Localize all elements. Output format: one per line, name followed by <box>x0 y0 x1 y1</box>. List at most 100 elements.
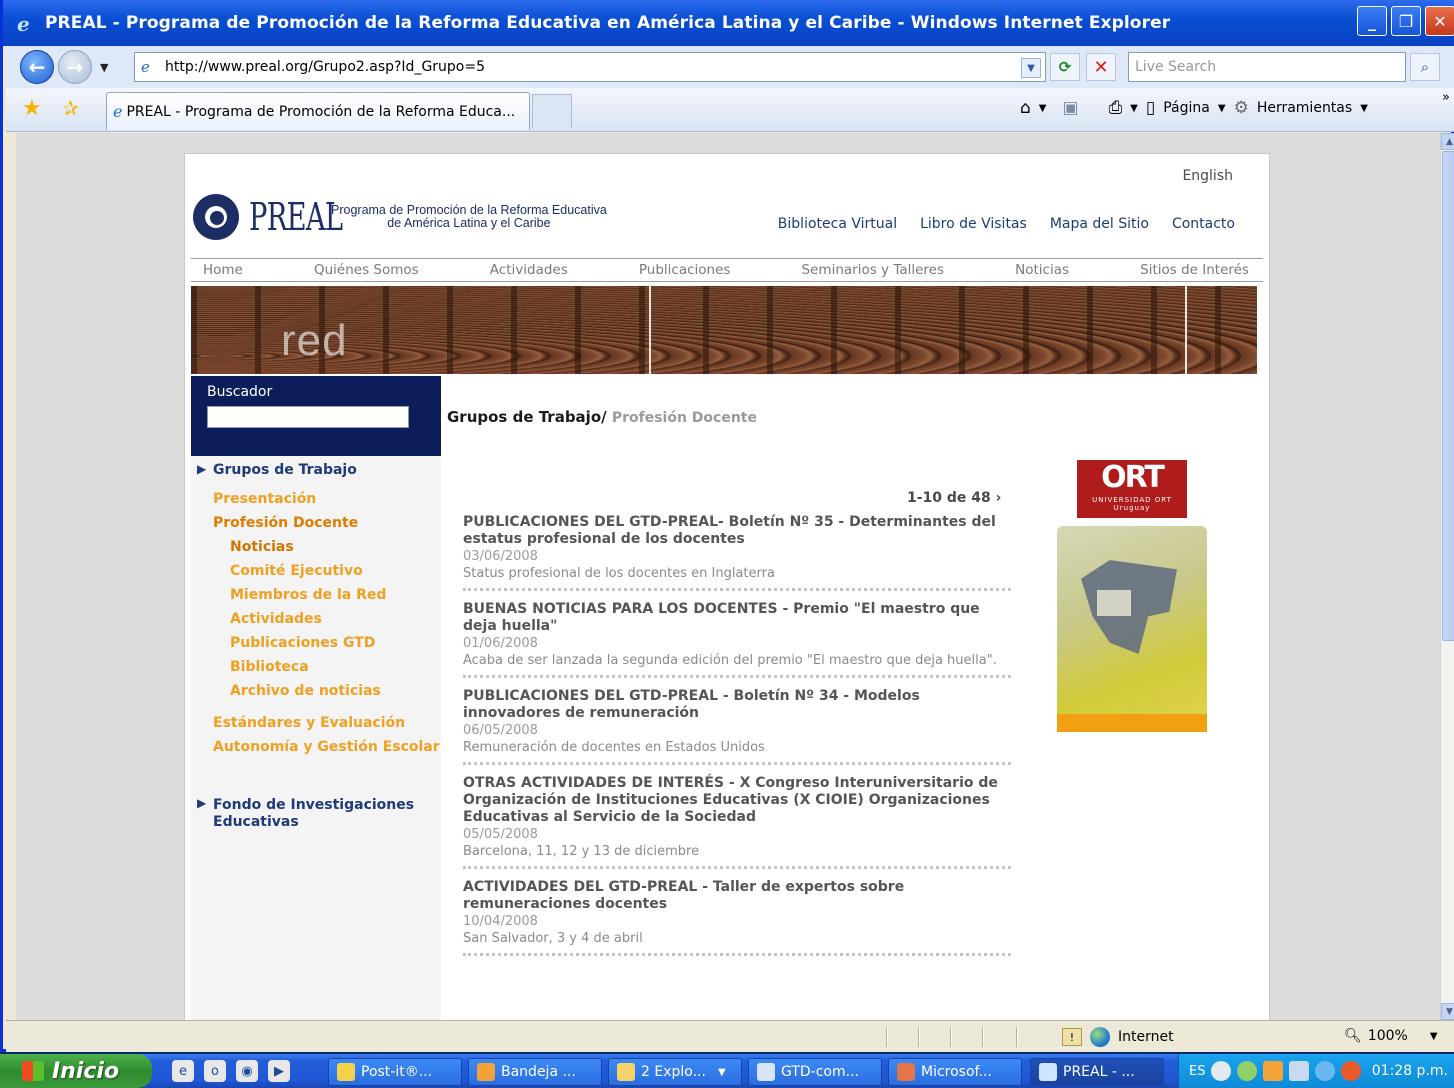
breadcrumb-main[interactable]: Grupos de Trabajo/ <box>447 408 607 426</box>
sidebar-group-grupos[interactable]: Grupos de Trabajo <box>213 462 357 479</box>
media-quicklaunch-icon[interactable]: ▶ <box>268 1060 290 1082</box>
security-zone[interactable]: ! Internet <box>1062 1027 1174 1047</box>
language-indicator[interactable]: ES <box>1189 1064 1205 1079</box>
next-page-chevron-icon[interactable]: › <box>996 490 1002 506</box>
chevron-more-icon[interactable]: » <box>1442 90 1450 105</box>
util-nav-mapa[interactable]: Mapa del Sitio <box>1050 216 1149 232</box>
sidebar-item-presentacion[interactable]: Presentación <box>213 491 316 507</box>
start-button[interactable]: Inicio <box>0 1054 152 1088</box>
preal-logo[interactable]: PREAL <box>193 194 343 240</box>
restore-button[interactable]: ❐ <box>1391 6 1421 36</box>
sidebar-item-biblioteca[interactable]: Biblioteca <box>230 659 309 675</box>
sidebar-item-noticias[interactable]: Noticias <box>230 539 294 555</box>
sidebar-item-estandares[interactable]: Estándares y Evaluación <box>213 715 405 731</box>
sidebar-item-publicaciones-gtd[interactable]: Publicaciones GTD <box>230 635 375 651</box>
home-icon[interactable]: ⌂ <box>1020 98 1031 118</box>
util-nav-biblioteca[interactable]: Biblioteca Virtual <box>778 216 897 232</box>
zoom-dropdown-icon[interactable]: ▼ <box>1430 1031 1438 1042</box>
refresh-button[interactable]: ⟳ <box>1050 53 1080 81</box>
tray-network-icon[interactable] <box>1289 1061 1310 1081</box>
list-item: PUBLICACIONES DEL GTD-PREAL - Boletín Nº… <box>463 688 1011 775</box>
clock: 01:28 p.m. <box>1371 1063 1448 1079</box>
nav-sitios[interactable]: Sitios de Interés <box>1140 262 1249 278</box>
sidebar-item-actividades[interactable]: Actividades <box>230 611 322 627</box>
taskbar-button-word[interactable]: GTD-com... <box>748 1058 882 1086</box>
live-search-input[interactable]: Live Search <box>1128 52 1406 82</box>
search-icon[interactable]: ⌕ <box>1410 53 1440 81</box>
tray-security-icon[interactable] <box>1315 1061 1336 1081</box>
taskbar-button-bandeja[interactable]: Bandeja ... <box>468 1058 602 1086</box>
news-title[interactable]: ACTIVIDADES DEL GTD-PREAL - Taller de ex… <box>463 879 1011 913</box>
tab-preal[interactable]: e PREAL - Programa de Promoción de la Re… <box>106 92 530 130</box>
url-field[interactable]: e http://www.preal.org/Grupo2.asp?Id_Gru… <box>134 52 1046 82</box>
app-quicklaunch-icon[interactable]: ◉ <box>236 1060 258 1082</box>
sidebar-item-archivo[interactable]: Archivo de noticias <box>230 683 381 699</box>
tray-outlook-icon[interactable] <box>1263 1061 1284 1081</box>
sidebar-item-miembros[interactable]: Miembros de la Red <box>230 587 386 603</box>
forward-button[interactable]: → <box>58 50 92 84</box>
taskbar-button-preal[interactable]: PREAL - ... <box>1030 1058 1164 1086</box>
stop-button[interactable]: ✕ <box>1086 53 1116 81</box>
taskbar-button-microsoft[interactable]: Microsof... <box>888 1058 1022 1086</box>
page-dropdown-icon[interactable]: ▼ <box>1218 103 1226 114</box>
dotted-divider <box>463 759 1011 765</box>
news-title[interactable]: PUBLICACIONES DEL GTD-PREAL - Boletín Nº… <box>463 688 1011 722</box>
list-item: ACTIVIDADES DEL GTD-PREAL - Taller de ex… <box>463 879 1011 966</box>
util-nav-contacto[interactable]: Contacto <box>1172 216 1235 232</box>
tray-arrow-icon[interactable] <box>1211 1061 1232 1081</box>
close-button[interactable]: ✕ <box>1425 6 1454 36</box>
sidebar-item-profesion-docente[interactable]: Profesión Docente <box>213 515 358 531</box>
news-title[interactable]: PUBLICACIONES DEL GTD-PREAL- Boletín Nº … <box>463 514 1011 548</box>
nav-noticias[interactable]: Noticias <box>1015 262 1069 278</box>
nav-home[interactable]: Home <box>203 262 243 278</box>
zoom-level: 100% <box>1367 1028 1408 1044</box>
nav-quienes-somos[interactable]: Quiénes Somos <box>314 262 419 278</box>
nav-publicaciones[interactable]: Publicaciones <box>639 262 731 278</box>
scroll-up-icon[interactable]: ▲ <box>1441 133 1454 150</box>
zoom-control[interactable]: 🔍︎ 100% ▼ <box>1344 1028 1438 1044</box>
title-bar[interactable]: e PREAL - Programa de Promoción de la Re… <box>3 0 1454 46</box>
sidebar-item-autonomia[interactable]: Autonomía y Gestión Escolar <box>213 739 440 755</box>
news-title[interactable]: OTRAS ACTIVIDADES DE INTERÉS - X Congres… <box>463 775 1011 826</box>
sidebar-item-comite[interactable]: Comité Ejecutivo <box>230 563 363 579</box>
add-favorites-icon[interactable]: ✰ <box>62 96 79 120</box>
tagline-line2: de América Latina y el Caribe <box>387 216 551 230</box>
new-tab-button[interactable] <box>532 94 572 128</box>
ort-ad[interactable]: ORT UNIVERSIDAD ORT Uruguay <box>1057 460 1209 732</box>
vertical-scrollbar[interactable]: ▲ ▼ <box>1440 133 1454 1020</box>
scroll-down-icon[interactable]: ▼ <box>1441 1003 1454 1020</box>
taskbar-button-explorer[interactable]: 2 Explo... ▼ <box>608 1058 742 1086</box>
tray-app-icon[interactable] <box>1237 1061 1258 1081</box>
nav-actividades[interactable]: Actividades <box>490 262 568 278</box>
site-search-input[interactable] <box>207 406 409 428</box>
scroll-thumb[interactable] <box>1442 151 1454 641</box>
back-button[interactable]: ← <box>20 50 54 84</box>
ie-quicklaunch-icon[interactable]: e <box>172 1060 194 1082</box>
home-dropdown-icon[interactable]: ▼ <box>1039 103 1047 114</box>
folder-icon <box>617 1063 635 1081</box>
print-dropdown-icon[interactable]: ▼ <box>1130 103 1138 114</box>
history-dropdown-icon[interactable]: ▼ <box>100 61 108 74</box>
english-link[interactable]: English <box>1182 168 1233 184</box>
status-divider <box>950 1027 952 1047</box>
print-icon[interactable]: ⎙ <box>1109 98 1123 118</box>
page-menu[interactable]: Página <box>1163 100 1210 116</box>
window-title: PREAL - Programa de Promoción de la Refo… <box>45 13 1171 33</box>
news-title[interactable]: BUENAS NOTICIAS PARA LOS DOCENTES - Prem… <box>463 601 1011 635</box>
tools-menu[interactable]: Herramientas <box>1257 100 1352 116</box>
favorites-star-icon[interactable]: ★ <box>22 96 42 121</box>
tray-volume-icon[interactable] <box>1341 1061 1362 1081</box>
url-dropdown-icon[interactable]: ▼ <box>1021 58 1041 78</box>
main-nav: Home Quiénes Somos Actividades Publicaci… <box>191 258 1263 282</box>
news-date: 10/04/2008 <box>463 914 538 929</box>
command-buttons: ⌂ ▼ ▣ ⎙ ▼ ▯ Página ▼ ⚙ Herramientas ▼ <box>1020 98 1368 118</box>
minimize-button[interactable]: _ <box>1357 6 1387 36</box>
feeds-icon[interactable]: ▣ <box>1063 98 1079 118</box>
banner-word: red <box>281 316 348 365</box>
taskbar-button-postit[interactable]: Post-it®... <box>328 1058 462 1086</box>
tools-dropdown-icon[interactable]: ▼ <box>1360 103 1368 114</box>
sidebar-group-fondo[interactable]: Fondo de Investigaciones Educativas <box>213 797 414 831</box>
nav-seminarios[interactable]: Seminarios y Talleres <box>802 262 944 278</box>
util-nav-libro[interactable]: Libro de Visitas <box>920 216 1027 232</box>
outlook-quicklaunch-icon[interactable]: o <box>204 1060 226 1082</box>
